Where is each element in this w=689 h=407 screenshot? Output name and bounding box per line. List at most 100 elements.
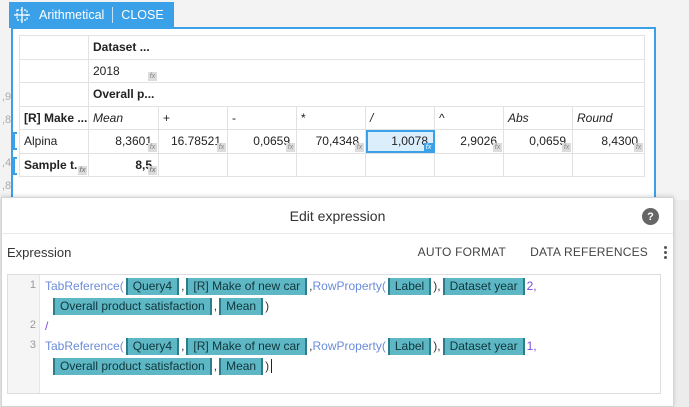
cell-value: 0,0659	[253, 134, 290, 149]
value-cell[interactable]	[365, 152, 435, 177]
punctuation: )	[265, 299, 270, 313]
reference-chip[interactable]: Label	[387, 277, 432, 295]
table-row: Dataset ...	[19, 35, 646, 60]
code-line: TabReference( Query4 , [R] Make of new c…	[45, 276, 537, 296]
selected-value-cell[interactable]: 1,0078 fx	[365, 129, 435, 154]
value-cell[interactable]: 70,4348 fx	[296, 129, 366, 154]
value-cell[interactable]: 16.78521 fx	[158, 129, 228, 154]
code-line: /	[45, 316, 48, 336]
value-cell[interactable]	[434, 152, 504, 177]
table-row: Overall p...	[19, 82, 646, 107]
data-references-button[interactable]: DATA REFERENCES	[530, 245, 648, 259]
punctuation: ,	[181, 339, 185, 353]
cell-value: 70,4348	[315, 134, 359, 149]
column-header-divide[interactable]: /	[365, 105, 435, 130]
data-table: Dataset ... 2018 fx Overall p... [R] Make…	[19, 35, 646, 177]
reference-chip[interactable]: [R] Make of new car	[186, 337, 308, 355]
punctuation: )	[265, 359, 270, 373]
row-marker	[13, 157, 17, 175]
empty-cell	[19, 35, 89, 60]
cell-value: 0,0659	[529, 134, 566, 149]
gutter-number: ,4	[2, 157, 12, 169]
gutter-number: ,9	[2, 91, 12, 103]
cell-value: 2,9026	[460, 134, 497, 149]
fx-icon: fx	[634, 142, 644, 152]
column-header-power[interactable]: ^	[434, 105, 504, 130]
column-header-round[interactable]: Round	[571, 105, 646, 130]
table-row: Alpina 8,3601 fx 16.78521 fx 0,0659 fx 70,4…	[19, 129, 646, 154]
function-name: RowProperty(	[312, 339, 386, 353]
gutter-number: ,8	[2, 114, 12, 126]
cell-value: 8,3601	[115, 134, 152, 149]
punctuation: ,	[213, 299, 218, 313]
value-cell[interactable]: 0,0659 fx	[227, 129, 297, 154]
value-cell[interactable]: 8,4300 fx	[571, 129, 646, 154]
value-cell[interactable]	[158, 152, 228, 177]
reference-chip[interactable]: Mean	[219, 297, 264, 315]
column-header-minus[interactable]: -	[227, 105, 297, 130]
cell-value: 16.78521	[170, 134, 221, 149]
function-name: TabReference(	[45, 279, 124, 293]
fx-icon: fx	[424, 142, 433, 152]
overall-header-cell[interactable]: Overall p...	[87, 82, 646, 107]
reference-chip[interactable]: Label	[387, 337, 432, 355]
reference-chip[interactable]: Query4	[125, 277, 180, 295]
table-row: [R] Make ... Mean + - * / ^ Abs Round	[19, 105, 646, 130]
reference-chip[interactable]: Mean	[219, 357, 264, 375]
column-header-mean[interactable]: Mean	[88, 105, 159, 130]
punctuation: ,	[213, 359, 218, 373]
punctuation: ),	[433, 339, 441, 353]
text-caret	[271, 359, 273, 373]
tag-label: Arithmetical	[39, 8, 105, 22]
fx-icon: fx	[148, 72, 157, 81]
empty-cell	[19, 82, 89, 107]
value-cell[interactable]: 8,3601 fx	[88, 129, 159, 154]
cell-value: 8,4300	[601, 134, 639, 149]
reference-chip[interactable]: Query4	[125, 337, 180, 355]
table-row: Sample t... fx 8,5 fx	[19, 152, 646, 177]
row-header-cell[interactable]: [R] Make ...	[19, 105, 89, 130]
column-header-abs[interactable]: Abs	[503, 105, 573, 130]
code-line: Overall product satisfaction , Mean )	[51, 356, 273, 376]
year-value: 2018	[93, 63, 120, 78]
value-cell[interactable]	[571, 152, 646, 177]
value-cell[interactable]	[296, 152, 366, 177]
function-name: TabReference(	[45, 339, 124, 353]
fx-icon: fx	[217, 142, 226, 152]
value-cell[interactable]	[227, 152, 297, 177]
code-line: TabReference( Query4 , [R] Make of new c…	[45, 336, 537, 356]
value-cell[interactable]: 0,0659 fx	[503, 129, 573, 154]
line-gutter: 1 2 3	[8, 275, 40, 393]
reference-chip[interactable]: Overall product satisfaction	[53, 357, 212, 375]
value-cell[interactable]: 8,5 fx	[88, 152, 159, 177]
more-options-icon[interactable]	[662, 245, 668, 259]
code-line: Overall product satisfaction , Mean )	[51, 296, 269, 316]
cell-value: 1,0078	[391, 134, 428, 149]
column-header-plus[interactable]: +	[158, 105, 228, 130]
fx-icon: fx	[286, 142, 295, 152]
fx-icon: fx	[355, 142, 364, 152]
punctuation: ),	[433, 279, 441, 293]
arithmetical-tag: Arithmetical CLOSE	[9, 2, 174, 28]
year-cell[interactable]: 2018 fx	[87, 58, 646, 83]
reference-chip[interactable]: Overall product satisfaction	[53, 297, 212, 315]
reference-chip[interactable]: [R] Make of new car	[186, 277, 308, 295]
close-button[interactable]: CLOSE	[113, 8, 173, 22]
value-cell[interactable]: 2,9026 fx	[434, 129, 504, 154]
expression-editor[interactable]: 1 2 3 TabReference( Query4 , [R] Make of…	[7, 274, 661, 394]
fx-icon: fx	[78, 166, 87, 175]
value-cell[interactable]	[503, 152, 573, 177]
row-label-cell[interactable]: Alpina	[19, 129, 89, 154]
fx-icon: fx	[148, 166, 157, 175]
dataset-header-cell[interactable]: Dataset ...	[87, 35, 646, 60]
column-header-multiply[interactable]: *	[296, 105, 366, 130]
number-literal: 1,	[526, 339, 537, 353]
help-icon[interactable]: ?	[642, 208, 659, 225]
auto-format-button[interactable]: AUTO FORMAT	[418, 245, 506, 259]
reference-chip[interactable]: Dataset year	[442, 277, 525, 295]
dialog-title: Edit expression	[289, 207, 386, 224]
number-literal: 2,	[526, 279, 537, 293]
frame-select-icon[interactable]	[9, 2, 35, 28]
reference-chip[interactable]: Dataset year	[442, 337, 525, 355]
row-label-cell[interactable]: Sample t... fx	[19, 152, 89, 177]
